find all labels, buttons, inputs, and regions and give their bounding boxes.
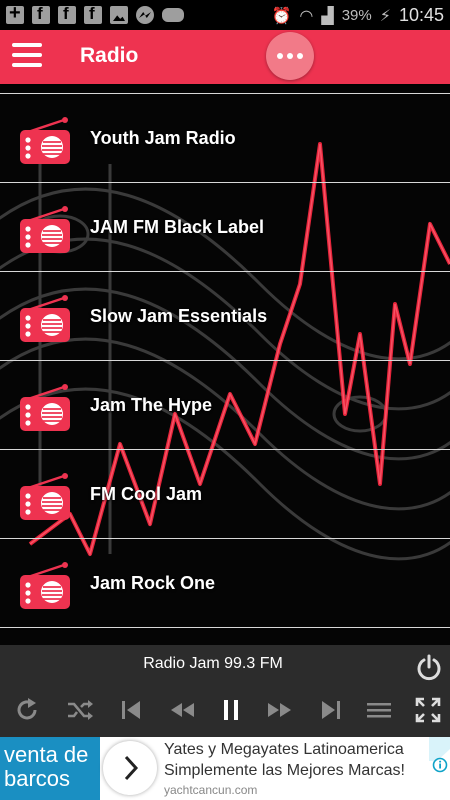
pause-icon[interactable] [216, 695, 246, 725]
rewind-icon[interactable] [167, 695, 197, 725]
alarm-icon: ⏰ [271, 5, 292, 25]
list-item[interactable]: Slow Jam Essentials [0, 272, 450, 361]
fast-forward-icon[interactable] [265, 695, 295, 725]
ad-image[interactable]: venta de barcos [0, 737, 100, 800]
gallery-icon [110, 6, 128, 24]
player-bar: Radio Jam 99.3 FM [0, 645, 450, 737]
more-dots-icon[interactable] [266, 32, 314, 80]
radio-icon [20, 206, 70, 253]
page-title: Radio [80, 44, 139, 67]
station-name: Jam The Hype [90, 395, 213, 415]
list-item[interactable]: FM Cool Jam [0, 450, 450, 539]
hamburger-icon[interactable] [12, 43, 42, 71]
skip-previous-icon[interactable] [116, 695, 146, 725]
radio-icon [20, 384, 70, 431]
ad-image-text: venta de [4, 742, 89, 767]
ad-url[interactable]: yachtcancun.com [164, 783, 257, 797]
app-bar: Radio [0, 30, 450, 84]
list-item[interactable]: Jam Rock One [0, 539, 450, 628]
radio-icon [20, 562, 70, 609]
station-name: JAM FM Black Label [90, 217, 265, 237]
station-name: Youth Jam Radio [90, 128, 236, 148]
power-icon[interactable] [415, 653, 443, 681]
clock: 10:45 [398, 4, 444, 25]
station-name: Slow Jam Essentials [90, 306, 268, 326]
ad-info-icon[interactable] [429, 737, 450, 777]
status-bar: ⏰ ◠ ▟ 39% ⚡ 10:45 [0, 0, 450, 30]
battery-charging-icon: ⚡ [379, 5, 391, 25]
fullscreen-icon[interactable] [413, 695, 443, 725]
list-item[interactable]: JAM FM Black Label [0, 183, 450, 272]
radio-icon [20, 473, 70, 520]
station-list-area[interactable]: Youth Jam Radio JAM FM Black Label Slow … [0, 84, 450, 645]
facebook-icon [84, 4, 102, 24]
station-name: Jam Rock One [90, 573, 216, 593]
refresh-icon[interactable] [12, 695, 42, 725]
wifi-icon: ◠ [299, 5, 314, 25]
skip-next-icon[interactable] [316, 695, 346, 725]
queue-list-icon[interactable] [364, 695, 394, 725]
gamepad-icon [162, 8, 184, 22]
ad-headline[interactable]: Simplemente las Mejores Marcas! [164, 762, 405, 780]
list-item[interactable]: Youth Jam Radio [0, 94, 450, 183]
battery-level: 39% [341, 6, 372, 24]
facebook-icon [32, 4, 50, 24]
shuffle-icon[interactable] [65, 695, 95, 725]
playback-controls [0, 695, 450, 725]
notification-add-icon [6, 2, 24, 25]
ad-image-text: barcos [4, 766, 71, 791]
station-list: Youth Jam Radio JAM FM Black Label Slow … [0, 84, 450, 628]
ad-open-arrow-icon[interactable] [103, 741, 157, 795]
ad-banner[interactable]: venta de barcos Yates y Megayates Latino… [0, 737, 450, 800]
now-playing-title: Radio Jam 99.3 FM [143, 655, 283, 672]
radio-icon [20, 117, 70, 164]
facebook-icon [58, 4, 76, 24]
station-name: FM Cool Jam [90, 484, 203, 504]
ad-headline[interactable]: Yates y Megayates Latinoamerica [164, 741, 404, 759]
radio-icon [20, 295, 70, 342]
signal-icon: ▟ [321, 5, 334, 25]
list-item[interactable]: Jam The Hype [0, 361, 450, 450]
messenger-icon [136, 6, 154, 24]
